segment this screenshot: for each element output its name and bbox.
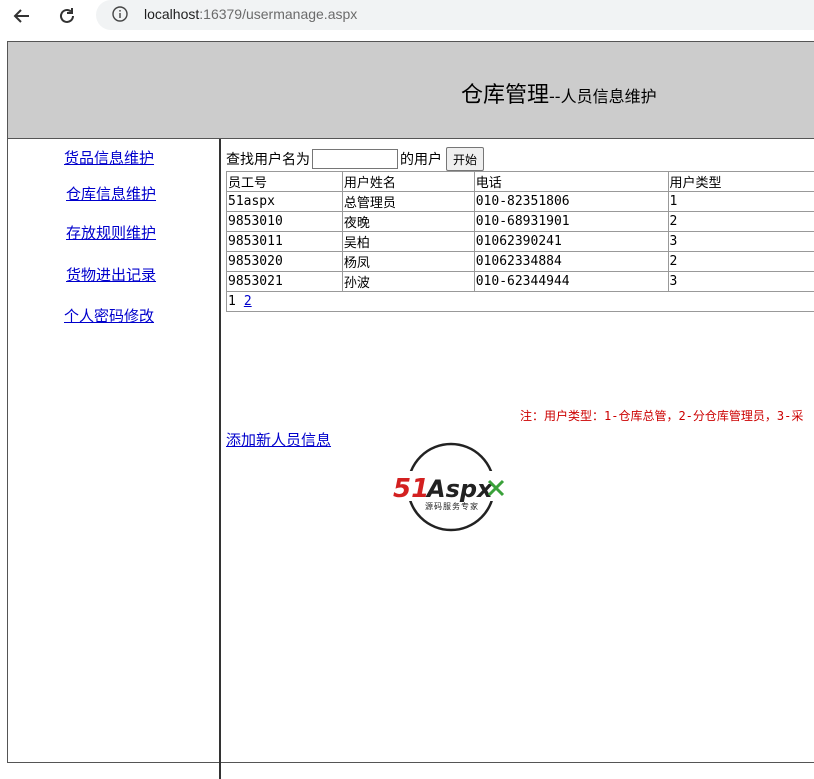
title-main: 仓库管理 — [461, 83, 549, 108]
page-title: 仓库管理--人员信息维护 — [461, 77, 657, 109]
user-type-note: 注：用户类型：1-仓库总管，2-分仓库管理员，3-采 — [520, 407, 803, 424]
table-cell: 1 — [668, 192, 814, 212]
column-header: 电话 — [474, 172, 668, 192]
search-suffix-label: 的用户 — [400, 149, 442, 169]
sidebar-item-storage-rules[interactable]: 存放规则维护 — [66, 222, 156, 243]
table-cell: 2 — [668, 212, 814, 232]
svg-text:51: 51 — [393, 474, 429, 504]
table-cell: 2 — [668, 252, 814, 272]
table-cell: 3 — [668, 232, 814, 252]
table-cell: 9853020 — [227, 252, 343, 272]
table-row[interactable]: 51aspx 总管理员 010-82351806 1 — [227, 192, 814, 212]
sidebar-item-goods[interactable]: 货品信息维护 — [64, 147, 154, 168]
url-path: :16379/usermanage.aspx — [199, 6, 357, 22]
search-prefix-label: 查找用户名为 — [226, 149, 310, 169]
column-header: 员工号 — [227, 172, 343, 192]
table-cell: 01062390241 — [474, 232, 668, 252]
username-search-input[interactable] — [312, 149, 398, 169]
table-cell: 杨凤 — [342, 252, 474, 272]
51aspx-logo: 51 Aspx 源码服务专家 — [389, 441, 509, 533]
info-icon[interactable] — [112, 6, 128, 22]
table-row[interactable]: 9853020 杨凤 01062334884 2 — [227, 252, 814, 272]
sidebar-item-warehouse[interactable]: 仓库信息维护 — [66, 183, 156, 204]
reload-icon[interactable] — [55, 4, 79, 28]
search-button[interactable]: 开始 — [446, 147, 484, 171]
add-user-link[interactable]: 添加新人员信息 — [226, 429, 331, 450]
sidebar-item-password[interactable]: 个人密码修改 — [64, 305, 154, 326]
pager-row: 12 — [227, 292, 814, 312]
table-row[interactable]: 9853011 吴柏 01062390241 3 — [227, 232, 814, 252]
pager-next-page-link[interactable]: 2 — [244, 294, 252, 309]
main-content: 查找用户名为 的用户 开始 员工号 用户姓名 电话 用户类型 51aspx 总管… — [226, 139, 814, 779]
table-row[interactable]: 9853021 孙波 010-62344944 3 — [227, 272, 814, 292]
svg-text:Aspx: Aspx — [425, 475, 494, 503]
sidebar: 货品信息维护 仓库信息维护 存放规则维护 货物进出记录 个人密码修改 — [8, 139, 221, 779]
back-arrow-icon[interactable] — [10, 4, 34, 28]
pager: 12 — [227, 292, 814, 312]
page-header: 仓库管理--人员信息维护 — [8, 42, 814, 139]
browser-toolbar: localhost:16379/usermanage.aspx — [0, 0, 814, 32]
table-header-row: 员工号 用户姓名 电话 用户类型 — [227, 172, 814, 192]
table-cell: 吴柏 — [342, 232, 474, 252]
table-cell: 9853021 — [227, 272, 343, 292]
url-host: localhost — [144, 6, 199, 22]
table-cell: 010-68931901 — [474, 212, 668, 232]
table-row[interactable]: 9853010 夜晚 010-68931901 2 — [227, 212, 814, 232]
table-cell: 9853011 — [227, 232, 343, 252]
svg-text:源码服务专家: 源码服务专家 — [425, 501, 479, 511]
column-header: 用户姓名 — [342, 172, 474, 192]
table-cell: 夜晚 — [342, 212, 474, 232]
table-cell: 总管理员 — [342, 192, 474, 212]
table-cell: 孙波 — [342, 272, 474, 292]
search-row: 查找用户名为 的用户 开始 — [226, 147, 484, 171]
table-cell: 01062334884 — [474, 252, 668, 272]
table-cell: 010-82351806 — [474, 192, 668, 212]
title-sub: --人员信息维护 — [549, 87, 657, 106]
sidebar-item-goods-log[interactable]: 货物进出记录 — [66, 264, 156, 285]
page-frame: 仓库管理--人员信息维护 货品信息维护 仓库信息维护 存放规则维护 货物进出记录… — [7, 41, 814, 763]
pager-current-page: 1 — [228, 294, 236, 309]
table-cell: 010-62344944 — [474, 272, 668, 292]
url-text[interactable]: localhost:16379/usermanage.aspx — [144, 6, 357, 22]
table-cell: 3 — [668, 272, 814, 292]
table-cell: 51aspx — [227, 192, 343, 212]
column-header: 用户类型 — [668, 172, 814, 192]
table-cell: 9853010 — [227, 212, 343, 232]
users-table: 员工号 用户姓名 电话 用户类型 51aspx 总管理员 010-8235180… — [226, 171, 814, 312]
